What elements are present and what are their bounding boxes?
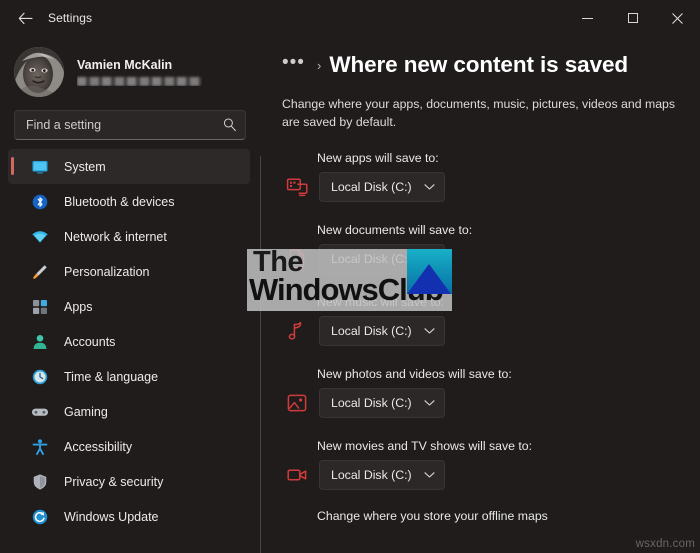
sidebar-item-network-internet[interactable]: Network & internet bbox=[8, 219, 250, 254]
row-new-movies-tv: New movies and TV shows will save to: Lo… bbox=[260, 435, 700, 507]
update-icon bbox=[30, 507, 50, 527]
apps-location-dropdown[interactable]: Local Disk (C:) bbox=[319, 172, 445, 202]
row-control: Local Disk (C:) bbox=[282, 316, 700, 346]
minimize-button[interactable] bbox=[565, 0, 610, 36]
settings-window: Settings Vamien McKalin Find a setting S… bbox=[0, 0, 700, 553]
sidebar-nav: System Bluetooth & devices Network & int… bbox=[0, 149, 260, 534]
row-label: New movies and TV shows will save to: bbox=[317, 439, 533, 453]
row-new-apps: New apps will save to: Local Disk (C:) bbox=[260, 147, 700, 219]
breadcrumb-separator-icon: › bbox=[316, 57, 322, 73]
save-location-rows: New apps will save to: Local Disk (C:) N… bbox=[260, 147, 700, 507]
row-label: New music will save to: bbox=[317, 295, 445, 309]
profile-email-redacted bbox=[77, 77, 202, 86]
chevron-down-icon bbox=[424, 256, 435, 262]
dropdown-value: Local Disk (C:) bbox=[331, 396, 412, 410]
row-new-documents: New documents will save to: Local Disk (… bbox=[260, 219, 700, 291]
row-new-music: New music will save to: Local Disk (C:) bbox=[260, 291, 700, 363]
row-control: Local Disk (C:) bbox=[282, 388, 700, 418]
close-icon bbox=[672, 12, 683, 24]
sidebar-item-label: Apps bbox=[64, 299, 93, 314]
sidebar-item-label: Personalization bbox=[64, 264, 150, 279]
sidebar-item-label: Accounts bbox=[64, 334, 116, 349]
back-arrow-icon bbox=[18, 12, 33, 24]
profile-name: Vamien McKalin bbox=[77, 58, 173, 72]
dropdown-value: Local Disk (C:) bbox=[331, 324, 412, 338]
sidebar-item-apps[interactable]: Apps bbox=[8, 289, 250, 324]
paintbrush-icon bbox=[30, 262, 50, 282]
maximize-icon bbox=[627, 13, 638, 23]
chevron-down-icon bbox=[424, 472, 435, 478]
sidebar-item-gaming[interactable]: Gaming bbox=[8, 394, 250, 429]
accessibility-icon bbox=[30, 437, 50, 457]
user-avatar-photo bbox=[14, 47, 64, 97]
app-window-icon bbox=[284, 174, 310, 200]
title-bar: Settings bbox=[0, 0, 700, 36]
user-profile[interactable]: Vamien McKalin bbox=[0, 36, 260, 98]
row-control: Local Disk (C:) bbox=[282, 172, 700, 202]
window-controls bbox=[565, 0, 700, 36]
back-button[interactable] bbox=[8, 3, 42, 33]
sidebar-item-system[interactable]: System bbox=[8, 149, 250, 184]
monitor-icon bbox=[30, 157, 50, 177]
documents-location-dropdown[interactable]: Local Disk (C:) bbox=[319, 244, 445, 274]
offline-maps-note: Change where you store your offline maps bbox=[317, 509, 548, 523]
sidebar-item-accounts[interactable]: Accounts bbox=[8, 324, 250, 359]
chevron-down-icon bbox=[424, 328, 435, 334]
maximize-button[interactable] bbox=[610, 0, 655, 36]
sidebar-item-label: Accessibility bbox=[64, 439, 133, 454]
row-control: Local Disk (C:) bbox=[282, 244, 700, 274]
breadcrumb-overflow-button[interactable]: ••• bbox=[278, 53, 309, 77]
chevron-down-icon bbox=[424, 184, 435, 190]
row-label: New apps will save to: bbox=[317, 151, 439, 165]
search-input[interactable] bbox=[14, 110, 246, 140]
movies-location-dropdown[interactable]: Local Disk (C:) bbox=[319, 460, 445, 490]
dropdown-value: Local Disk (C:) bbox=[331, 252, 412, 266]
sidebar-item-windows-update[interactable]: Windows Update bbox=[8, 499, 250, 534]
avatar bbox=[14, 47, 64, 97]
dropdown-value: Local Disk (C:) bbox=[331, 468, 412, 482]
shield-icon bbox=[30, 472, 50, 492]
sidebar-item-label: Windows Update bbox=[64, 509, 159, 524]
bluetooth-icon bbox=[30, 192, 50, 212]
sidebar-item-accessibility[interactable]: Accessibility bbox=[8, 429, 250, 464]
page-subtitle: Change where your apps, documents, music… bbox=[282, 97, 676, 129]
video-camera-icon bbox=[284, 462, 310, 488]
sidebar-item-bluetooth-devices[interactable]: Bluetooth & devices bbox=[8, 184, 250, 219]
document-icon bbox=[284, 246, 310, 272]
sidebar-item-label: Privacy & security bbox=[64, 474, 164, 489]
sidebar-item-personalization[interactable]: Personalization bbox=[8, 254, 250, 289]
photos-location-dropdown[interactable]: Local Disk (C:) bbox=[319, 388, 445, 418]
sidebar-item-label: Bluetooth & devices bbox=[64, 194, 175, 209]
main-content: ••• › Where new content is saved Change … bbox=[260, 36, 700, 553]
row-new-photos-videos: New photos and videos will save to: Loca… bbox=[260, 363, 700, 435]
dropdown-value: Local Disk (C:) bbox=[331, 180, 412, 194]
sidebar-item-label: Network & internet bbox=[64, 229, 167, 244]
sidebar-item-label: Gaming bbox=[64, 404, 108, 419]
clock-icon bbox=[30, 367, 50, 387]
row-label: New photos and videos will save to: bbox=[317, 367, 512, 381]
profile-text: Vamien McKalin bbox=[77, 58, 202, 86]
search-container bbox=[14, 110, 246, 140]
sidebar-item-label: Time & language bbox=[64, 369, 159, 384]
page-title: Where new content is saved bbox=[329, 52, 629, 77]
photo-icon bbox=[284, 390, 310, 416]
wifi-icon bbox=[30, 227, 50, 247]
row-label: New documents will save to: bbox=[317, 223, 473, 237]
sidebar: Vamien McKalin System bbox=[0, 36, 260, 553]
apps-grid-icon bbox=[30, 297, 50, 317]
sidebar-item-label: System bbox=[64, 159, 106, 174]
sidebar-item-privacy-security[interactable]: Privacy & security bbox=[8, 464, 250, 499]
music-note-icon bbox=[284, 318, 310, 344]
window-title: Settings bbox=[48, 11, 93, 25]
row-control: Local Disk (C:) bbox=[282, 460, 700, 490]
minimize-icon bbox=[582, 17, 593, 19]
breadcrumb: ••• › Where new content is saved bbox=[260, 36, 700, 80]
person-icon bbox=[30, 332, 50, 352]
sidebar-item-time-language[interactable]: Time & language bbox=[8, 359, 250, 394]
close-button[interactable] bbox=[655, 0, 700, 36]
chevron-down-icon bbox=[424, 400, 435, 406]
music-location-dropdown[interactable]: Local Disk (C:) bbox=[319, 316, 445, 346]
gamepad-icon bbox=[30, 402, 50, 422]
